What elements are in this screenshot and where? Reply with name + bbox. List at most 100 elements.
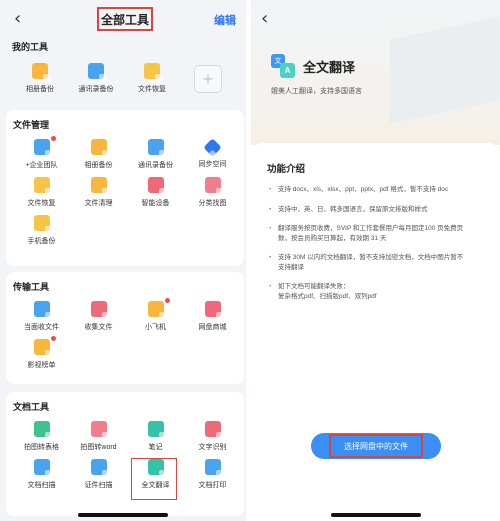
back-chevron-icon[interactable]: ‹ [261, 8, 268, 29]
phone-backup-icon [33, 215, 53, 234]
feature-card: 功能介绍 支持 docx、xls、xlsx、ppt、pptx、pdf 格式，暂不… [251, 143, 500, 521]
tool-label: 影视榜单 [27, 362, 56, 369]
feature-item: 如下文档可能翻译失败：复杂格式pdf、扫描版pdf、双列pdf [269, 282, 489, 301]
tool-category-images[interactable]: 分类找图 [184, 177, 241, 211]
feature-list: 支持 docx、xls、xlsx、ppt、pptx、pdf 格式，暂不支持 do… [269, 185, 489, 311]
tool-id-scan[interactable]: 证件扫描 [70, 459, 127, 493]
tool-label: 当面收文件 [24, 324, 59, 331]
photo-backup-icon [90, 139, 110, 158]
tool-label: 文档扫描 [27, 482, 56, 489]
tool-label: 小飞机 [145, 324, 166, 331]
tool-grid: 拍图转表格 拍图转word 笔记 文字识别 文档扫描 证件扫描 全文翻译 文档打… [13, 421, 238, 493]
tool-file-restore[interactable]: 文件恢复 [13, 177, 70, 211]
tool-label: 手机备份 [27, 238, 56, 245]
tool-file-cleanup[interactable]: 文件清理 [70, 177, 127, 211]
tool-label: +企业团队 [25, 162, 58, 169]
tool-label: 文档打印 [198, 482, 227, 489]
tool-enterprise-team[interactable]: +企业团队 [13, 136, 70, 173]
tool-netdisk-mall[interactable]: 网盘商城 [184, 301, 241, 335]
tool-photo-to-word[interactable]: 拍图转word [70, 421, 127, 455]
team-icon [33, 139, 53, 158]
feature-item: 支持 30M 以内的文档翻译，暂不支持加密文档，文档中图片暂不支持翻译 [269, 253, 489, 272]
paper-plane-icon [147, 301, 167, 320]
text-recognition-icon [204, 421, 224, 440]
section-title: 文件管理 [13, 120, 50, 130]
edit-button[interactable]: 编辑 [214, 12, 236, 28]
tool-paper-plane[interactable]: 小飞机 [127, 298, 184, 335]
home-indicator [78, 513, 168, 517]
add-tool-button[interactable]: + [180, 63, 236, 97]
category-images-icon [204, 177, 224, 196]
notification-dot [51, 136, 56, 141]
tool-grid: 当面收文件 收集文件 小飞机 网盘商城 影视榜单 [13, 298, 241, 373]
tool-label: 同步空间 [198, 161, 227, 168]
tool-label: 相册备份 [26, 86, 54, 93]
word-icon [90, 421, 110, 440]
page-title: 全文翻译 [303, 60, 356, 75]
all-tools-screen: ‹ 全部工具 编辑 我的工具 相册备份 通讯录备份 文件恢复 + 文件管理 +企… [0, 0, 246, 521]
tool-photo-backup[interactable]: 相册备份 [70, 139, 127, 173]
decorative-shape [390, 12, 500, 124]
printer-icon [204, 459, 224, 478]
section-title: 文档工具 [13, 402, 50, 412]
translation-screen: ‹ 文 A 全文翻译 媲美人工翻译，支持多国语言 功能介绍 支持 docx、xl… [251, 0, 500, 521]
back-chevron-icon[interactable]: ‹ [14, 8, 21, 29]
tool-label: 相册备份 [84, 162, 113, 169]
tool-movie-ranking[interactable]: 影视榜单 [13, 336, 70, 373]
tool-label: 网盘商城 [198, 324, 227, 331]
notification-dot [51, 336, 56, 341]
contacts-backup-icon [88, 63, 107, 82]
tool-text-recognition[interactable]: 文字识别 [184, 421, 241, 455]
tool-label: 文件恢复 [27, 200, 56, 207]
tool-label: 收集文件 [84, 324, 113, 331]
tool-label: 分类找图 [198, 200, 227, 207]
document-tools-card: 文档工具 拍图转表格 拍图转word 笔记 文字识别 文档扫描 证件扫描 全文翻… [6, 392, 244, 516]
store-icon [204, 301, 224, 320]
tool-label: 智能设备 [141, 200, 170, 207]
tool-smart-device[interactable]: 智能设备 [127, 177, 184, 211]
home-indicator [331, 513, 421, 517]
plus-icon: + [194, 65, 222, 93]
section-title: 功能介绍 [267, 164, 306, 175]
tool-collect-files[interactable]: 收集文件 [70, 301, 127, 335]
tool-notes[interactable]: 笔记 [127, 421, 184, 455]
feature-item: 翻译服务按页收费，SVIP 和工作套餐用户每月固定100 页免费页数，按会员购买… [269, 224, 489, 243]
translate-icon: 文 A [271, 54, 295, 78]
select-file-label: 选择网盘中的文件 [329, 434, 423, 458]
doc-scan-icon [33, 459, 53, 478]
id-scan-icon [90, 459, 110, 478]
tool-file-restore[interactable]: 文件恢复 [124, 63, 180, 97]
tool-contacts-backup[interactable]: 通讯录备份 [127, 139, 184, 173]
tool-label: 通讯录备份 [138, 162, 173, 169]
contacts-backup-icon [147, 139, 167, 158]
smart-device-icon [147, 177, 167, 196]
page-title: 全部工具 [97, 7, 153, 31]
file-restore-icon [33, 177, 53, 196]
tool-photo-backup[interactable]: 相册备份 [12, 63, 68, 97]
my-tools-section: 我的工具 相册备份 通讯录备份 文件恢复 + [0, 38, 246, 106]
tool-label: 文件恢复 [138, 86, 166, 93]
receive-file-icon [33, 301, 53, 320]
tool-label: 文字识别 [198, 444, 227, 451]
header: ‹ 全部工具 编辑 [0, 0, 246, 38]
tool-label: 文件清理 [84, 200, 113, 207]
tool-label: 笔记 [148, 444, 163, 451]
top-ranking-icon [33, 339, 53, 358]
tool-photo-to-table[interactable]: 拍图转表格 [13, 421, 70, 455]
tool-doc-scan[interactable]: 文档扫描 [13, 459, 70, 493]
tool-contacts-backup[interactable]: 通讯录备份 [68, 63, 124, 97]
tool-label: 通讯录备份 [78, 86, 114, 93]
tool-sync-space[interactable]: 同步空间 [184, 138, 241, 173]
file-cleanup-icon [90, 177, 110, 196]
collect-files-icon [90, 301, 110, 320]
feature-item: 支持中、英、日、韩多国语言，保留原文排版和样式 [269, 205, 489, 215]
file-restore-icon [144, 63, 163, 82]
sync-space-icon [203, 138, 222, 157]
tool-phone-backup[interactable]: 手机备份 [13, 215, 70, 249]
tool-face-to-face-receive[interactable]: 当面收文件 [13, 301, 70, 335]
transfer-tools-card: 传输工具 当面收文件 收集文件 小飞机 网盘商城 影视榜单 [6, 272, 244, 384]
section-title: 传输工具 [13, 282, 50, 292]
tool-doc-print[interactable]: 文档打印 [184, 459, 241, 493]
file-management-card: 文件管理 +企业团队 相册备份 通讯录备份 同步空间 文件恢复 文件清理 智能设… [6, 110, 244, 266]
select-file-button[interactable]: 选择网盘中的文件 [311, 433, 441, 459]
